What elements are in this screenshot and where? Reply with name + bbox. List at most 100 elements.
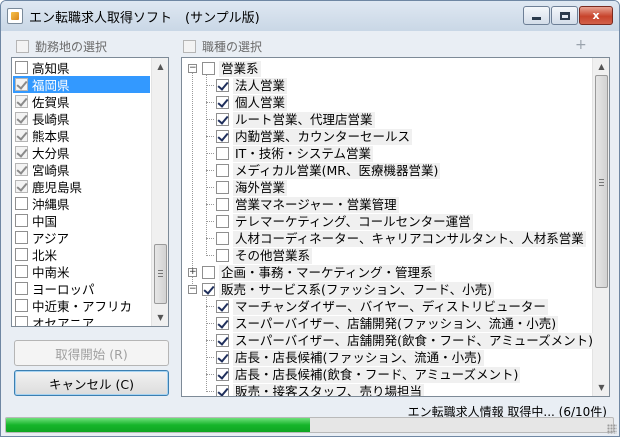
tree-job-item[interactable]: 営業マネージャー・営業管理: [216, 196, 399, 213]
job-checkbox[interactable]: [216, 147, 229, 160]
job-label: スーパーバイザー、店舗開発(ファッション、流通・小売): [233, 315, 559, 332]
tree-job-item[interactable]: 個人営業: [216, 94, 288, 111]
scroll-down-arrow-icon[interactable]: ▼: [152, 309, 168, 326]
job-type-header[interactable]: 職種の選択: [183, 37, 262, 55]
location-checkbox[interactable]: [15, 112, 28, 125]
job-checkbox[interactable]: [216, 79, 229, 92]
location-checkbox[interactable]: [15, 95, 28, 108]
location-list[interactable]: オセアニア 中近東・アフリカ ヨーロッパ 中南米 北米 アジア 中国 沖縄県 鹿児島県 宮崎県 大分…: [11, 57, 169, 327]
job-checkbox[interactable]: [216, 113, 229, 126]
location-checkbox[interactable]: [15, 197, 28, 210]
tree-job-item[interactable]: 店長・店長候補(ファッション、流通・小売): [216, 349, 484, 366]
location-checkbox[interactable]: [15, 163, 28, 176]
tree-job-item[interactable]: 法人営業: [216, 77, 288, 94]
job-checkbox[interactable]: [202, 266, 215, 279]
location-checkbox[interactable]: [15, 146, 28, 159]
tree-job-item[interactable]: テレマーケティング、コールセンター運営: [216, 213, 473, 230]
tree-category[interactable]: 販売・サービス系(ファッション、フード、小売): [202, 281, 495, 298]
expand-icon[interactable]: +: [188, 268, 197, 277]
job-checkbox[interactable]: [202, 283, 215, 296]
job-checkbox[interactable]: [216, 351, 229, 364]
tree-scroll-up-arrow-icon[interactable]: ▲: [593, 58, 609, 75]
location-checkbox[interactable]: [15, 316, 28, 326]
tree-job-item[interactable]: スーパーバイザー、店舗開発(飲食・フード、アミューズメント): [216, 332, 596, 349]
job-label: 店長・店長候補(飲食・フード、アミューズメント): [233, 366, 521, 383]
location-list-item[interactable]: アジア: [13, 229, 150, 246]
title-bar[interactable]: エン転職求人取得ソフト (サンプル版) x: [1, 1, 619, 31]
location-list-item[interactable]: 中近東・アフリカ: [13, 297, 150, 314]
job-checkbox[interactable]: [216, 164, 229, 177]
job-checkbox[interactable]: [216, 181, 229, 194]
location-list-item[interactable]: 中国: [13, 212, 150, 229]
resize-grip-icon[interactable]: [607, 424, 617, 434]
tree-job-item[interactable]: 店長・店長候補(飲食・フード、アミューズメント): [216, 366, 521, 383]
collapse-icon[interactable]: −: [188, 285, 197, 294]
job-checkbox[interactable]: [216, 215, 229, 228]
tree-job-item[interactable]: 海外営業: [216, 179, 288, 196]
job-checkbox[interactable]: [216, 96, 229, 109]
location-list-item[interactable]: 福岡県: [13, 76, 150, 93]
location-list-item[interactable]: 高知県: [13, 59, 150, 76]
location-checkbox[interactable]: [15, 231, 28, 244]
job-checkbox[interactable]: [216, 385, 229, 396]
location-header[interactable]: 勤務地の選択: [16, 37, 107, 55]
tree-job-item[interactable]: メディカル営業(MR、医療機器営業): [216, 162, 441, 179]
location-checkbox[interactable]: [15, 265, 28, 278]
location-select-all-checkbox[interactable]: [16, 39, 29, 53]
minimize-icon: [532, 17, 541, 20]
location-list-scrollbar[interactable]: ▲ ▼: [151, 58, 168, 326]
tree-scroll-down-arrow-icon[interactable]: ▼: [593, 379, 609, 396]
location-list-item[interactable]: 宮崎県: [13, 161, 150, 178]
tree-job-item[interactable]: マーチャンダイザー、バイヤー、ディストリビューター: [216, 298, 548, 315]
location-list-item[interactable]: 中南米: [13, 263, 150, 280]
tree-category[interactable]: 営業系: [202, 60, 261, 77]
cancel-button[interactable]: キャンセル (C): [14, 370, 169, 396]
job-checkbox[interactable]: [216, 300, 229, 313]
job-checkbox[interactable]: [216, 334, 229, 347]
maximize-button[interactable]: [551, 6, 578, 25]
tree-job-item[interactable]: ルート営業、代理店営業: [216, 111, 375, 128]
minimize-button[interactable]: [523, 6, 550, 25]
tree-category[interactable]: 企画・事務・マーケティング・管理系: [202, 264, 435, 281]
location-checkbox[interactable]: [15, 282, 28, 295]
location-list-item[interactable]: ヨーロッパ: [13, 280, 150, 297]
location-list-item[interactable]: 沖縄県: [13, 195, 150, 212]
job-checkbox[interactable]: [216, 198, 229, 211]
job-checkbox[interactable]: [202, 62, 215, 75]
tree-job-item[interactable]: 販売・接客スタッフ、売り場担当: [216, 383, 425, 396]
job-checkbox[interactable]: [216, 249, 229, 262]
tree-job-item[interactable]: 人材コーディネーター、キャリアコンサルタント、人材系営業: [216, 230, 586, 247]
close-button[interactable]: x: [579, 6, 613, 25]
tree-job-item[interactable]: その他営業系: [216, 247, 313, 264]
location-checkbox[interactable]: [15, 180, 28, 193]
location-list-item[interactable]: オセアニア: [13, 314, 150, 326]
location-checkbox[interactable]: [15, 129, 28, 142]
location-list-item[interactable]: 長崎県: [13, 110, 150, 127]
job-type-select-all-checkbox[interactable]: [183, 39, 196, 53]
tree-scroll-thumb[interactable]: [595, 75, 608, 288]
scroll-up-arrow-icon[interactable]: ▲: [152, 58, 168, 75]
job-checkbox[interactable]: [216, 368, 229, 381]
location-list-item[interactable]: 佐賀県: [13, 93, 150, 110]
job-checkbox[interactable]: [216, 130, 229, 143]
location-list-item[interactable]: 大分県: [13, 144, 150, 161]
location-checkbox[interactable]: [15, 248, 28, 261]
tree-branch-line: [206, 170, 214, 171]
location-checkbox[interactable]: [15, 214, 28, 227]
job-checkbox[interactable]: [216, 232, 229, 245]
tree-branch-line: [206, 102, 214, 103]
location-checkbox[interactable]: [15, 299, 28, 312]
start-button[interactable]: 取得開始 (R): [14, 340, 169, 366]
tree-job-item[interactable]: 内勤営業、カウンターセールス: [216, 128, 413, 145]
location-list-item[interactable]: 北米: [13, 246, 150, 263]
location-checkbox[interactable]: [15, 78, 28, 91]
tree-job-item[interactable]: IT・技術・システム営業: [216, 145, 373, 162]
tree-job-item[interactable]: スーパーバイザー、店舗開発(ファッション、流通・小売): [216, 315, 559, 332]
location-checkbox[interactable]: [15, 61, 28, 74]
job-type-tree[interactable]: ▲ ▼ − 営業系 法人営業 個人営業 ルート営業、代理店営業 内勤営業、カウンターセール…: [181, 57, 610, 397]
location-list-item[interactable]: 熊本県: [13, 127, 150, 144]
location-list-item[interactable]: 鹿児島県: [13, 178, 150, 195]
job-checkbox[interactable]: [216, 317, 229, 330]
scroll-thumb[interactable]: [154, 244, 167, 304]
collapse-icon[interactable]: −: [188, 64, 197, 73]
